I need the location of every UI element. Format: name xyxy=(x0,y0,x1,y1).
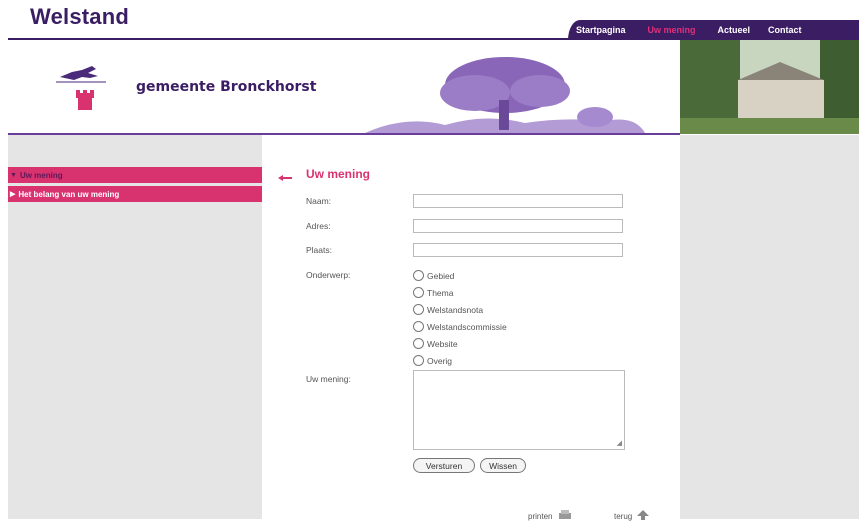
nav-actueel[interactable]: Actueel xyxy=(710,25,759,35)
radio-button[interactable] xyxy=(413,304,424,315)
pointer-icon xyxy=(278,169,294,187)
municipality-name: gemeente Bronckhorst xyxy=(136,79,317,95)
subject-option-gebied[interactable]: Gebied xyxy=(413,270,454,281)
arrow-up-icon xyxy=(637,510,650,522)
printer-icon xyxy=(558,510,572,522)
subject-option-overig[interactable]: Overig xyxy=(413,355,452,366)
opinion-textarea[interactable]: ◢ xyxy=(413,370,625,450)
nav-uw-mening[interactable]: Uw mening xyxy=(634,25,710,35)
place-field[interactable] xyxy=(413,243,623,257)
nav-startpagina[interactable]: Startpagina xyxy=(568,25,634,35)
radio-button[interactable] xyxy=(413,287,424,298)
place-label: Plaats: xyxy=(306,245,332,255)
tree-illustration xyxy=(365,55,665,140)
sidebar-item-het-belang[interactable]: ▶ Het belang van uw mening xyxy=(8,186,262,202)
radio-button[interactable] xyxy=(413,338,424,349)
triangle-down-icon: ▼ xyxy=(10,171,17,179)
nav-contact[interactable]: Contact xyxy=(758,25,810,35)
name-label: Naam: xyxy=(306,196,332,206)
back-link[interactable]: terug xyxy=(614,510,650,522)
subject-option-welstandscommissie[interactable]: Welstandscommissie xyxy=(413,321,507,332)
sidebar-item-label: Het belang van uw mening xyxy=(18,189,120,199)
resize-grip-icon[interactable]: ◢ xyxy=(617,439,622,447)
triangle-right-icon: ▶ xyxy=(10,191,16,198)
sidebar-item-label: Uw mening xyxy=(19,170,63,180)
subject-option-welstandsnota[interactable]: Welstandsnota xyxy=(413,304,483,315)
print-link[interactable]: printen xyxy=(528,510,572,522)
address-field[interactable] xyxy=(413,219,623,233)
subject-option-website[interactable]: Website xyxy=(413,338,458,349)
right-column xyxy=(680,135,859,519)
submit-button[interactable]: Versturen xyxy=(413,458,475,473)
name-field[interactable] xyxy=(413,194,623,208)
subject-option-thema[interactable]: Thema xyxy=(413,287,453,298)
form-heading: Uw mening xyxy=(306,167,371,181)
castle-photo xyxy=(680,40,859,134)
opinion-label: Uw mening: xyxy=(306,374,351,384)
main-nav: Startpagina Uw mening Actueel Contact xyxy=(568,20,859,40)
sidebar-item-uw-mening[interactable]: ▼ Uw mening xyxy=(8,167,262,183)
back-label: terug xyxy=(614,511,633,521)
municipality-logo xyxy=(52,60,112,120)
reset-button[interactable]: Wissen xyxy=(480,458,526,473)
address-label: Adres: xyxy=(306,221,331,231)
radio-button[interactable] xyxy=(413,355,424,366)
radio-button[interactable] xyxy=(413,270,424,281)
radio-button[interactable] xyxy=(413,321,424,332)
print-label: printen xyxy=(528,511,553,521)
site-title: Welstand xyxy=(30,4,129,29)
subject-label: Onderwerp: xyxy=(306,270,351,280)
